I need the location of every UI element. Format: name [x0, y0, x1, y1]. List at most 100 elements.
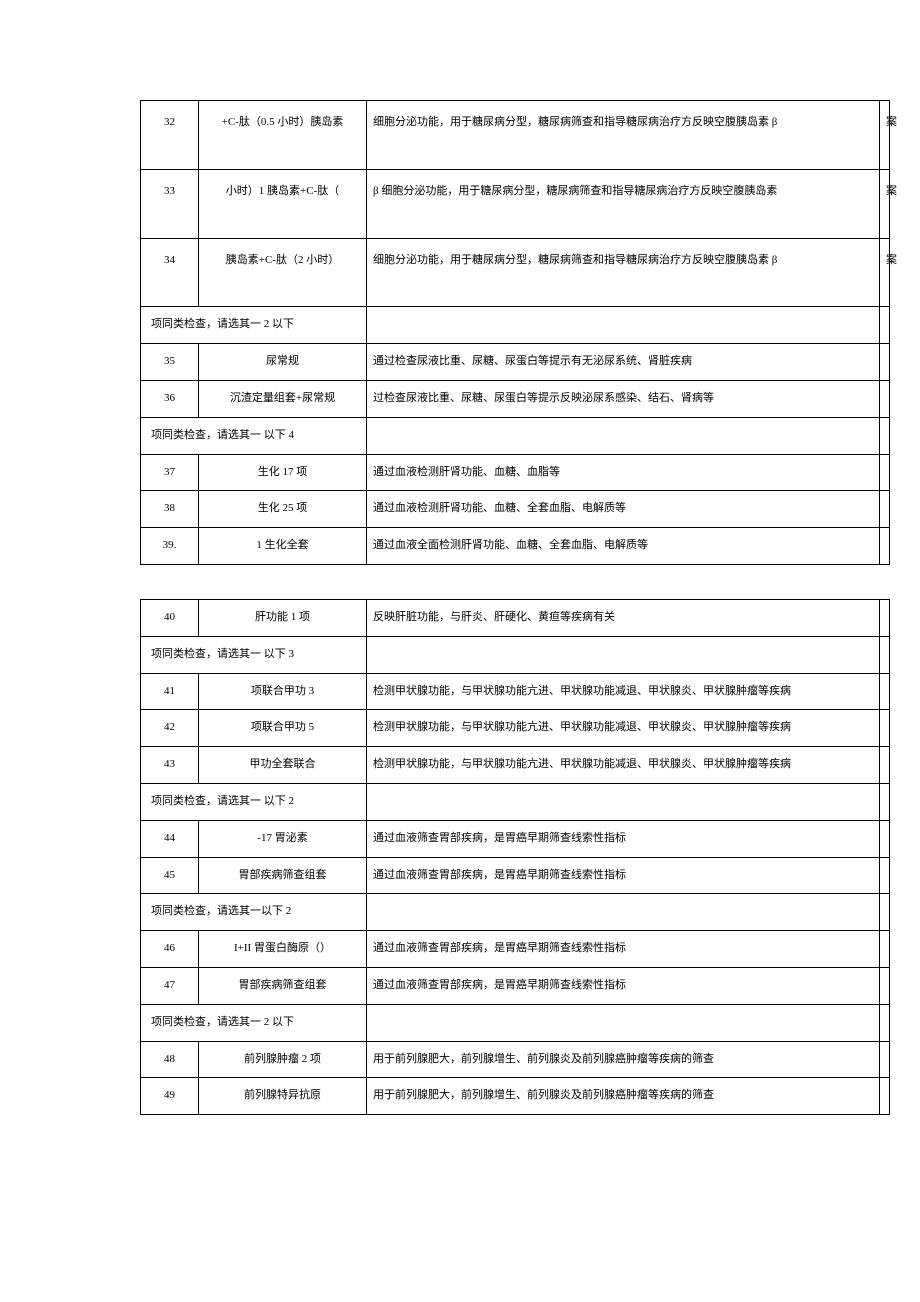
row-end	[880, 1041, 890, 1078]
item-description: 通过血液检测肝肾功能、血糖、全套血脂、电解质等	[367, 491, 880, 528]
item-name: 1 生化全套	[199, 528, 367, 565]
table-row: 32+C-肽（0.5 小时）胰岛素细胞分泌功能，用于糖尿病分型，糖尿病筛查和指导…	[141, 101, 890, 170]
row-number: 38	[141, 491, 199, 528]
item-description: 通过血液筛查胃部疾病，是胃癌早期筛查线索性指标	[367, 931, 880, 968]
group-header: 项同类检查，请选其一 以下 4	[141, 417, 367, 454]
table-row: 44-17 胃泌素通过血液筛查胃部疾病，是胃癌早期筛查线索性指标	[141, 820, 890, 857]
item-description: 通过检查尿液比重、尿糖、尿蛋白等提示有无泌尿系统、肾脏疾病	[367, 344, 880, 381]
table-row: 项同类检查，请选其一 以下 4	[141, 417, 890, 454]
row-end	[880, 967, 890, 1004]
group-empty	[367, 783, 880, 820]
table-row: 35尿常规通过检查尿液比重、尿糖、尿蛋白等提示有无泌尿系统、肾脏疾病	[141, 344, 890, 381]
table-row: 46I+II 胃蛋白酶原（）通过血液筛查胃部疾病，是胃癌早期筛查线索性指标	[141, 931, 890, 968]
row-end	[880, 1078, 890, 1115]
item-description: 通过血液筛查胃部疾病，是胃癌早期筛查线索性指标	[367, 967, 880, 1004]
item-description: 过检查尿液比重、尿糖、尿蛋白等提示反映泌尿系感染、结石、肾病等	[367, 380, 880, 417]
table-row: 49前列腺特异抗原用于前列腺肥大，前列腺增生、前列腺炎及前列腺癌肿瘤等疾病的筛查	[141, 1078, 890, 1115]
group-header: 项同类检查，请选其一 以下 3	[141, 636, 367, 673]
row-end	[880, 307, 890, 344]
item-name: 小时）1 胰岛素+C-肽（	[199, 169, 367, 238]
row-number: 35	[141, 344, 199, 381]
row-end	[880, 747, 890, 784]
row-end	[880, 417, 890, 454]
item-name: 沉渣定量组套+尿常规	[199, 380, 367, 417]
item-description: 通过血液全面检测肝肾功能、血糖、全套血脂、电解质等	[367, 528, 880, 565]
item-name: 胃部疾病筛查组套	[199, 967, 367, 1004]
item-description: 通过血液筛查胃部疾病，是胃癌早期筛查线索性指标	[367, 857, 880, 894]
row-end	[880, 894, 890, 931]
item-name: 前列腺肿瘤 2 项	[199, 1041, 367, 1078]
item-name: 前列腺特异抗原	[199, 1078, 367, 1115]
row-end	[880, 344, 890, 381]
row-number: 42	[141, 710, 199, 747]
table-row: 48前列腺肿瘤 2 项用于前列腺肥大，前列腺增生、前列腺炎及前列腺癌肿瘤等疾病的…	[141, 1041, 890, 1078]
item-name: 生化 17 项	[199, 454, 367, 491]
row-number: 45	[141, 857, 199, 894]
group-empty	[367, 1004, 880, 1041]
group-empty	[367, 894, 880, 931]
item-name: -17 胃泌素	[199, 820, 367, 857]
row-number: 47	[141, 967, 199, 1004]
group-header: 项同类检查，请选其一 2 以下	[141, 307, 367, 344]
row-end	[880, 931, 890, 968]
document-page: 32+C-肽（0.5 小时）胰岛素细胞分泌功能，用于糖尿病分型，糖尿病筛查和指导…	[0, 0, 920, 1175]
row-number: 33	[141, 169, 199, 238]
table-row: 43甲功全套联合检测甲状腺功能，与甲状腺功能亢进、甲状腺功能减退、甲状腺炎、甲状…	[141, 747, 890, 784]
row-number: 46	[141, 931, 199, 968]
item-name: 甲功全套联合	[199, 747, 367, 784]
row-end	[880, 599, 890, 636]
item-description: 细胞分泌功能，用于糖尿病分型，糖尿病筛查和指导糖尿病治疗方反映空腹胰岛素 β	[367, 238, 880, 307]
table-row: 33小时）1 胰岛素+C-肽（β 细胞分泌功能，用于糖尿病分型，糖尿病筛查和指导…	[141, 169, 890, 238]
item-name: 项联合甲功 3	[199, 673, 367, 710]
item-name: I+II 胃蛋白酶原（）	[199, 931, 367, 968]
item-description: 用于前列腺肥大，前列腺增生、前列腺炎及前列腺癌肿瘤等疾病的筛查	[367, 1041, 880, 1078]
table-row: 34胰岛素+C-肽（2 小时）细胞分泌功能，用于糖尿病分型，糖尿病筛查和指导糖尿…	[141, 238, 890, 307]
row-end	[880, 454, 890, 491]
table-row: 项同类检查，请选其一 以下 3	[141, 636, 890, 673]
row-end: 案	[880, 238, 890, 307]
item-description: 用于前列腺肥大，前列腺增生、前列腺炎及前列腺癌肿瘤等疾病的筛查	[367, 1078, 880, 1115]
table-row: 项同类检查，请选其一以下 2	[141, 894, 890, 931]
row-end	[880, 380, 890, 417]
row-end	[880, 673, 890, 710]
table-row: 项同类检查，请选其一 2 以下	[141, 1004, 890, 1041]
item-name: 肝功能 1 项	[199, 599, 367, 636]
row-number: 34	[141, 238, 199, 307]
group-header: 项同类检查，请选其一以下 2	[141, 894, 367, 931]
row-number: 48	[141, 1041, 199, 1078]
table-row: 47胃部疾病筛查组套通过血液筛查胃部疾病，是胃癌早期筛查线索性指标	[141, 967, 890, 1004]
table-row: 37生化 17 项通过血液检测肝肾功能、血糖、血脂等	[141, 454, 890, 491]
row-end	[880, 820, 890, 857]
group-empty	[367, 307, 880, 344]
row-end: 案	[880, 169, 890, 238]
table-row: 项同类检查，请选其一 2 以下	[141, 307, 890, 344]
table-row: 项同类检查，请选其一 以下 2	[141, 783, 890, 820]
row-number: 40	[141, 599, 199, 636]
table-row: 39.1 生化全套通过血液全面检测肝肾功能、血糖、全套血脂、电解质等	[141, 528, 890, 565]
row-number: 39.	[141, 528, 199, 565]
row-number: 43	[141, 747, 199, 784]
group-empty	[367, 417, 880, 454]
table-1: 32+C-肽（0.5 小时）胰岛素细胞分泌功能，用于糖尿病分型，糖尿病筛查和指导…	[140, 100, 890, 565]
row-number: 44	[141, 820, 199, 857]
row-end	[880, 710, 890, 747]
row-number: 49	[141, 1078, 199, 1115]
group-header: 项同类检查，请选其一 2 以下	[141, 1004, 367, 1041]
item-name: 胰岛素+C-肽（2 小时）	[199, 238, 367, 307]
table-row: 45胃部疾病筛查组套通过血液筛查胃部疾病，是胃癌早期筛查线索性指标	[141, 857, 890, 894]
table-row: 40肝功能 1 项反映肝脏功能，与肝炎、肝硬化、黄疸等疾病有关	[141, 599, 890, 636]
table-row: 36沉渣定量组套+尿常规过检查尿液比重、尿糖、尿蛋白等提示反映泌尿系感染、结石、…	[141, 380, 890, 417]
item-description: 检测甲状腺功能，与甲状腺功能亢进、甲状腺功能减退、甲状腺炎、甲状腺肿瘤等疾病	[367, 710, 880, 747]
row-number: 32	[141, 101, 199, 170]
item-name: +C-肽（0.5 小时）胰岛素	[199, 101, 367, 170]
group-header: 项同类检查，请选其一 以下 2	[141, 783, 367, 820]
table-gap	[140, 565, 890, 599]
table-row: 41项联合甲功 3检测甲状腺功能，与甲状腺功能亢进、甲状腺功能减退、甲状腺炎、甲…	[141, 673, 890, 710]
table-row: 38生化 25 项通过血液检测肝肾功能、血糖、全套血脂、电解质等	[141, 491, 890, 528]
table-row: 42项联合甲功 5检测甲状腺功能，与甲状腺功能亢进、甲状腺功能减退、甲状腺炎、甲…	[141, 710, 890, 747]
item-description: 检测甲状腺功能，与甲状腺功能亢进、甲状腺功能减退、甲状腺炎、甲状腺肿瘤等疾病	[367, 747, 880, 784]
item-description: 通过血液检测肝肾功能、血糖、血脂等	[367, 454, 880, 491]
row-number: 36	[141, 380, 199, 417]
item-description: β 细胞分泌功能，用于糖尿病分型，糖尿病筛查和指导糖尿病治疗方反映空腹胰岛素	[367, 169, 880, 238]
table-2: 40肝功能 1 项反映肝脏功能，与肝炎、肝硬化、黄疸等疾病有关项同类检查，请选其…	[140, 599, 890, 1115]
